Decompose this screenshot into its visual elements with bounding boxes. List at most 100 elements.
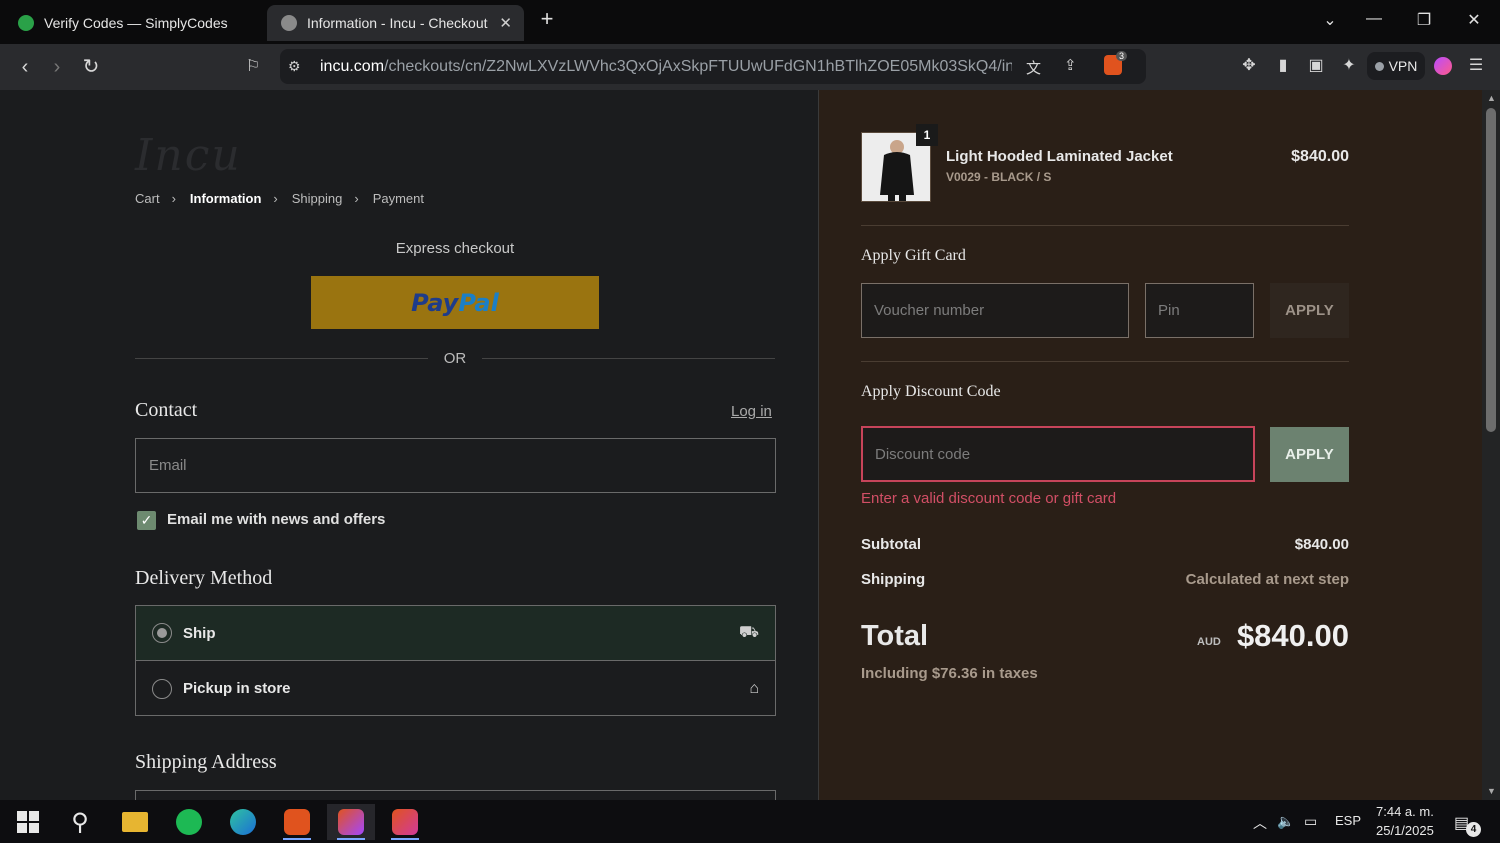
express-checkout-label: Express checkout [395, 240, 515, 257]
tax-note: Including $76.36 in taxes [861, 665, 1038, 682]
brave-icon[interactable] [381, 804, 429, 840]
store-logo[interactable]: Incu [135, 130, 242, 181]
apply-gift-card-button[interactable]: APPLY [1270, 283, 1349, 338]
scroll-up-icon[interactable]: ▲ [1487, 93, 1496, 103]
brave-icon[interactable] [327, 804, 375, 840]
breadcrumb: Cart › Information › Shipping › Payment [135, 191, 436, 206]
volume-icon[interactable]: 🔈 [1277, 813, 1294, 830]
divider [482, 358, 775, 359]
tab-verify-codes[interactable]: Verify Codes — SimplyCodes [4, 5, 262, 41]
page-scrollbar[interactable]: ▲ ▼ [1482, 90, 1500, 800]
shipping-address-heading: Shipping Address [135, 751, 277, 773]
checkout-page: Incu Cart › Information › Shipping › Pay… [0, 90, 1500, 800]
translate-icon[interactable]: 文 [1026, 57, 1041, 78]
language-indicator[interactable]: ESP [1335, 813, 1361, 828]
clock[interactable]: 7:44 a. m. 25/1/2025 [1376, 804, 1434, 838]
email-field[interactable]: Email [135, 438, 776, 493]
address-field-top[interactable] [135, 790, 776, 800]
gift-card-heading: Apply Gift Card [861, 247, 966, 264]
store-icon: ⌂ [749, 679, 759, 697]
total-value: $840.00 [1236, 618, 1349, 653]
browser-tab-strip: Verify Codes — SimplyCodes Information -… [0, 0, 1500, 44]
windows-logo-icon [17, 811, 39, 833]
chevron-right-icon: › [171, 191, 176, 206]
simplycodes-icon [18, 15, 34, 31]
sidebar-icon[interactable]: ▮ [1272, 55, 1294, 77]
subtotal-label: Subtotal [861, 536, 921, 553]
divider [135, 358, 428, 359]
new-tab-button[interactable]: + [535, 6, 559, 32]
reload-button[interactable]: ↻ [78, 54, 104, 80]
network-icon[interactable]: ▭ [1304, 813, 1317, 830]
chevron-right-icon: › [273, 191, 278, 206]
breadcrumb-cart[interactable]: Cart [135, 191, 160, 206]
address-bar[interactable]: ⚙ incu.com/checkouts/cn/Z2NwLXVzLWVhc3Qx… [280, 49, 1146, 84]
chevron-up-icon[interactable]: ︿ [1253, 813, 1267, 833]
product-variant: V0029 - BLACK / S [946, 170, 1052, 184]
contact-heading: Contact [135, 399, 198, 421]
discount-code-input[interactable]: Discount code [861, 426, 1255, 482]
vpn-button[interactable]: VPN [1367, 52, 1425, 80]
tab-title: Verify Codes — SimplyCodes [44, 15, 228, 31]
file-explorer-icon[interactable] [111, 804, 159, 840]
start-button[interactable] [4, 804, 52, 840]
delivery-method-heading: Delivery Method [135, 567, 273, 589]
paypal-button[interactable]: Pay Pal [311, 276, 599, 329]
notification-count-badge: 4 [1466, 822, 1481, 837]
paypal-logo-pal: Pal [458, 288, 499, 317]
delivery-option-pickup[interactable]: Pickup in store ⌂ [136, 661, 775, 716]
vpn-label: VPN [1388, 58, 1418, 74]
globe-icon [281, 15, 297, 31]
maximize-button[interactable]: ❐ [1412, 10, 1436, 30]
pin-input[interactable]: Pin [1145, 283, 1254, 338]
voucher-number-input[interactable]: Voucher number [861, 283, 1129, 338]
share-icon[interactable]: ⇪ [1064, 56, 1077, 74]
leo-ai-icon[interactable]: ✦ [1338, 55, 1360, 77]
url-text[interactable]: incu.com/checkouts/cn/Z2NwLXVzLWVhc3QxOj… [320, 58, 1012, 76]
ship-radio[interactable] [152, 623, 172, 643]
or-separator: OR [443, 350, 467, 367]
profile-avatar[interactable] [1434, 57, 1452, 75]
log-in-link[interactable]: Log in [731, 403, 772, 420]
discount-code-heading: Apply Discount Code [861, 383, 1001, 400]
windows-taskbar: ⚲ ︿ 🔈 ▭ ESP 7:44 a. m. 25/1/2025 ▤ 4 [0, 800, 1500, 843]
back-button[interactable]: ‹ [12, 54, 38, 80]
breadcrumb-shipping: Shipping [291, 191, 343, 206]
product-name: Light Hooded Laminated Jacket [946, 148, 1173, 165]
divider [861, 361, 1349, 362]
close-window-button[interactable]: ✕ [1462, 10, 1486, 30]
tab-list-chevron-icon[interactable]: ⌄ [1318, 10, 1342, 30]
delivery-option-ship[interactable]: Ship ⛟ [136, 606, 775, 661]
clock-time: 7:44 a. m. [1376, 804, 1434, 819]
bookmark-icon[interactable]: ⚐ [240, 54, 266, 80]
site-settings-icon[interactable]: ⚙ [288, 58, 301, 75]
vpn-status-icon [1374, 61, 1384, 71]
brave-icon[interactable] [273, 804, 321, 840]
news-checkbox[interactable]: ✓ [137, 511, 156, 530]
total-label: Total [861, 620, 929, 652]
tab-title: Information - Incu - Checkout [307, 15, 488, 31]
scroll-down-icon[interactable]: ▼ [1487, 786, 1496, 796]
news-checkbox-label[interactable]: Email me with news and offers [167, 511, 385, 528]
close-tab-icon[interactable]: ✕ [499, 14, 512, 32]
pickup-radio[interactable] [152, 678, 172, 699]
forward-button[interactable]: › [44, 54, 70, 80]
discount-error-message: Enter a valid discount code or gift card [861, 490, 1117, 507]
delivery-option-label: Pickup in store [183, 680, 291, 697]
scrollbar-thumb[interactable] [1486, 108, 1496, 432]
quantity-badge: 1 [916, 124, 938, 146]
apply-discount-button[interactable]: APPLY [1270, 427, 1349, 482]
browser-toolbar: ‹ › ↻ ⚐ ⚙ incu.com/checkouts/cn/Z2NwLXVz… [0, 44, 1500, 90]
wallet-icon[interactable]: ▣ [1305, 55, 1327, 77]
tab-incu-checkout[interactable]: Information - Incu - Checkout ✕ [267, 5, 524, 41]
minimize-button[interactable]: — [1362, 10, 1386, 28]
spotify-icon[interactable] [165, 804, 213, 840]
total-currency: AUD [1197, 636, 1221, 648]
menu-icon[interactable]: ☰ [1465, 55, 1487, 77]
edge-icon[interactable] [219, 804, 267, 840]
breadcrumb-payment: Payment [372, 191, 425, 206]
search-icon[interactable]: ⚲ [56, 804, 104, 840]
delivery-method-group: Ship ⛟ Pickup in store ⌂ [135, 605, 776, 716]
product-price: $840.00 [1291, 148, 1349, 165]
extensions-icon[interactable]: ✥ [1238, 55, 1260, 77]
